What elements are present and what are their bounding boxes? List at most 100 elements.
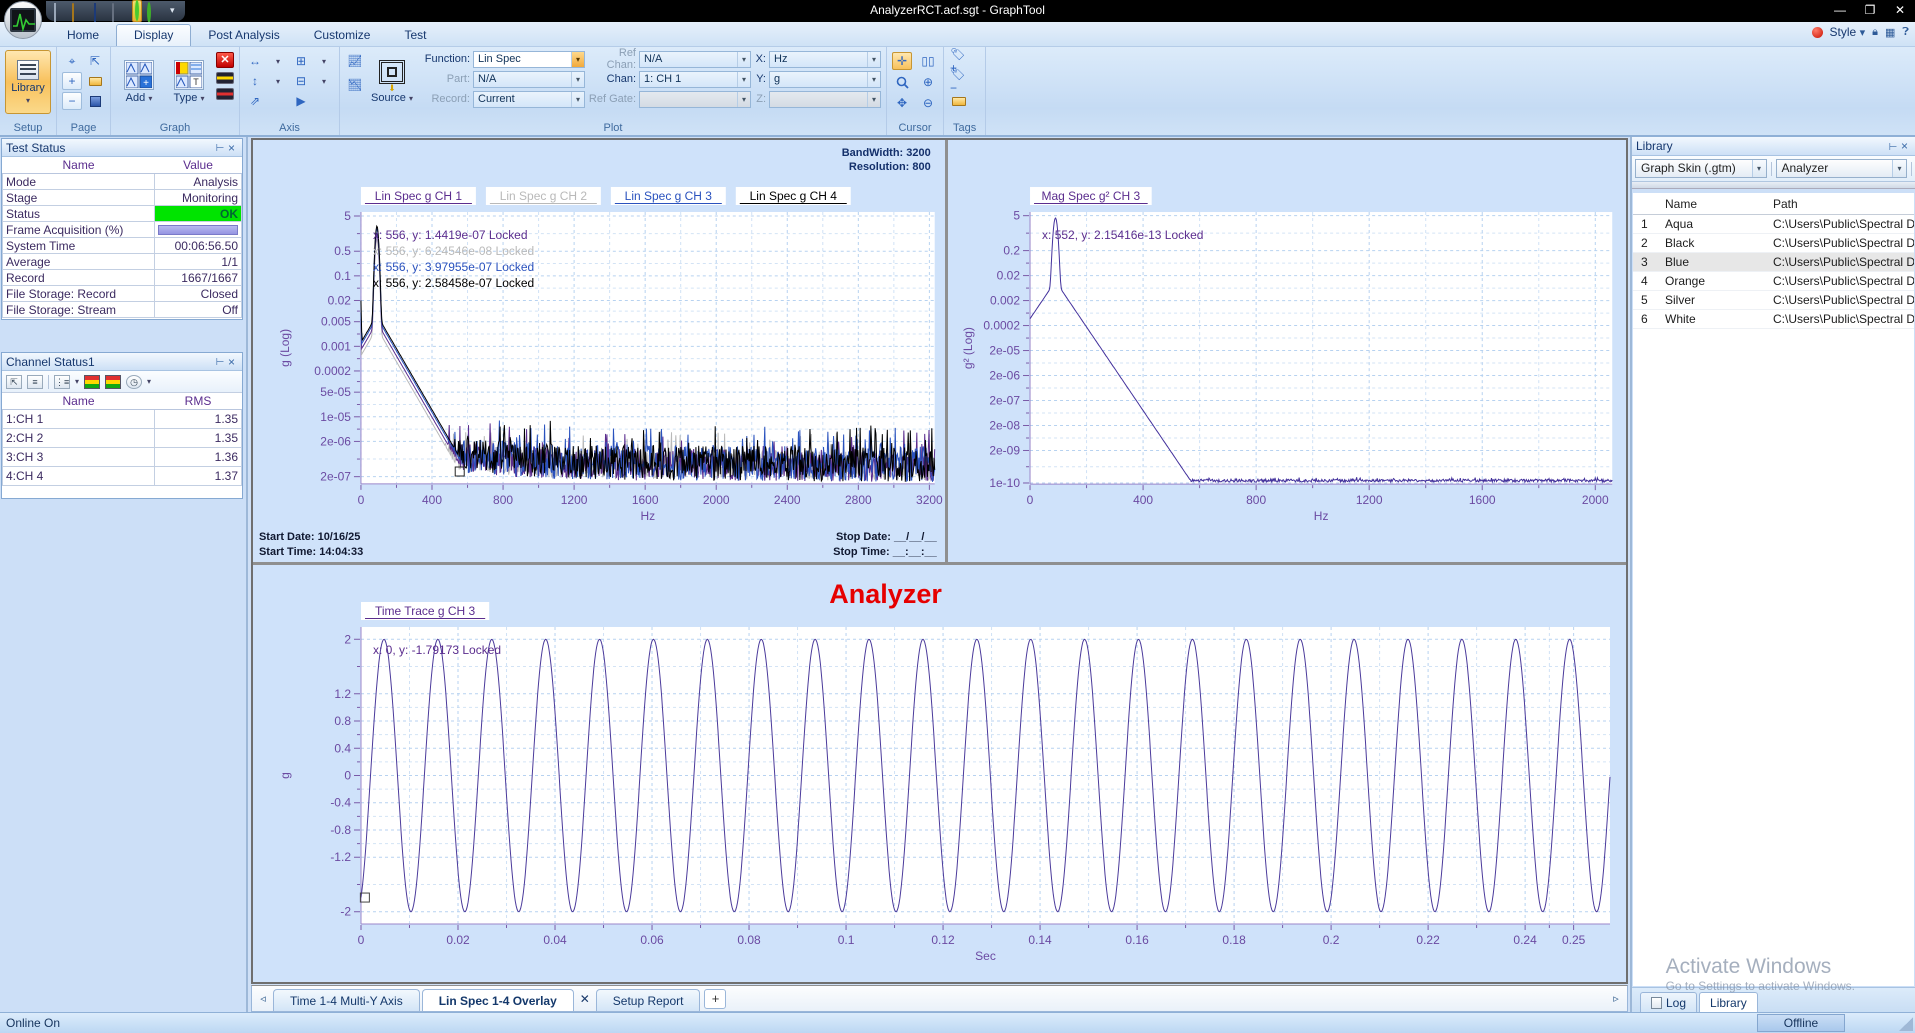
add-graph-button[interactable]: + Add ▾ — [116, 50, 162, 114]
page-move-icon[interactable]: ⌖ — [62, 52, 82, 70]
close-button[interactable]: ✕ — [1885, 0, 1915, 20]
cursor-add-icon[interactable]: ⊕ — [918, 73, 938, 91]
minimize-button[interactable]: — — [1825, 0, 1855, 20]
plot-add-icon[interactable]: 📈︎ — [345, 52, 365, 70]
plot-field-refgate-select[interactable]: ▾ — [639, 91, 751, 108]
time-trace-chart[interactable]: 21.20.80.40-0.4-0.8-1.2-200.020.040.060.… — [253, 565, 1626, 982]
source-button[interactable]: ⬇ Source ▾ — [369, 50, 415, 114]
style-button[interactable]: Style ▾ — [1830, 25, 1866, 39]
legend-mag-spec-g²-ch-3[interactable]: Mag Spec g² CH 3 — [1030, 187, 1152, 205]
library-scrollbar[interactable] — [1632, 182, 1915, 189]
library-button[interactable]: Library▾ — [5, 50, 51, 114]
list-view-icon[interactable]: ⋮≡ — [54, 375, 70, 389]
print-icon[interactable] — [112, 4, 128, 18]
page-open-icon[interactable] — [85, 72, 105, 90]
legend-lin-spec-g-ch-1[interactable]: Lin Spec g CH 1 — [361, 187, 476, 205]
new-file-icon[interactable] — [52, 4, 68, 18]
library-row-orange[interactable]: 4OrangeC:\Users\Public\Spectral D — [1633, 272, 1914, 291]
ribbon-tab-customize[interactable]: Customize — [297, 25, 388, 46]
x-axis-icon[interactable]: ↔ — [245, 52, 265, 70]
legend-lin-spec-g-ch-3[interactable]: Lin Spec g CH 3 — [611, 187, 726, 205]
y-axis-dd-icon[interactable]: ▾ — [268, 72, 288, 90]
plot-field-chan-select[interactable]: 1: CH 1▾ — [639, 71, 751, 88]
align-icon[interactable]: ≡ — [27, 375, 43, 389]
pin-icon[interactable]: ⊥ — [214, 356, 225, 368]
maximize-button[interactable]: ❐ — [1855, 0, 1885, 20]
ribbon-tab-post-analysis[interactable]: Post Analysis — [191, 25, 296, 46]
pin-icon[interactable]: ⊥ — [214, 142, 225, 154]
ribbon-tab-test[interactable]: Test — [387, 25, 443, 46]
legend-time-trace-g-ch-3[interactable]: Time Trace g CH 3 — [361, 602, 489, 620]
app-icon[interactable] — [4, 1, 42, 39]
plot-field-z-select[interactable]: ▾ — [769, 91, 881, 108]
select-channels-icon[interactable]: ⇱ — [6, 375, 22, 389]
delete-graph-icon[interactable]: ✕ — [216, 52, 234, 68]
cursor-move-icon[interactable]: ✥ — [892, 94, 912, 112]
limit-bars-icon[interactable] — [84, 375, 100, 389]
help-icon[interactable]: ❓︎ — [1902, 26, 1909, 39]
pin-icon[interactable]: ⊥ — [1887, 140, 1898, 152]
zoom-out-axis-icon[interactable]: ⊟ — [291, 72, 311, 90]
plot-field-y-select[interactable]: g▾ — [769, 71, 881, 88]
y-axis-icon[interactable]: ↕ — [245, 72, 265, 90]
plot-area[interactable] — [1030, 212, 1612, 484]
library-type-select[interactable]: Graph Skin (.gtm)▾ — [1635, 159, 1767, 178]
open-file-icon[interactable] — [72, 4, 88, 18]
resize-grip[interactable] — [1899, 1017, 1913, 1031]
library-row-silver[interactable]: 5SilverC:\Users\Public\Spectral D — [1633, 291, 1914, 310]
x-axis-dd-icon[interactable]: ▾ — [268, 52, 288, 70]
cursor-remove-icon[interactable]: ⊖ — [918, 94, 938, 112]
tab-scroll-right-icon[interactable]: ▹ — [1607, 989, 1625, 1009]
tag-remove-icon[interactable]: 🏷︎− — [949, 72, 969, 90]
library-skin-select[interactable]: Analyzer▾ — [1776, 159, 1908, 178]
page-select-icon[interactable]: ⇱ — [85, 52, 105, 70]
legend-lin-spec-g-ch-2[interactable]: Lin Spec g CH 2 — [486, 187, 601, 205]
library-row-black[interactable]: 2BlackC:\Users\Public\Spectral D — [1633, 234, 1914, 253]
customize-qat-icon[interactable]: ▾ — [166, 5, 175, 16]
legend-lin-spec-g-ch-4[interactable]: Lin Spec g CH 4 — [736, 187, 851, 205]
close-panel-icon[interactable]: × — [1898, 139, 1911, 153]
power-off-icon[interactable] — [146, 4, 162, 18]
cursor-crosshair-icon[interactable]: ✛ — [892, 52, 912, 70]
page-remove-icon[interactable]: − — [62, 92, 82, 110]
cursor-pair-icon[interactable]: ▯▯ — [918, 52, 938, 70]
add-page-tab-button[interactable]: + — [704, 989, 726, 1009]
library-row-aqua[interactable]: 1AquaC:\Users\Public\Spectral D — [1633, 215, 1914, 234]
page-tab-lin-spec-1-4-overlay[interactable]: Lin Spec 1-4 Overlay — [422, 989, 574, 1011]
cursor-zoom-icon[interactable] — [892, 73, 912, 91]
close-tab-icon[interactable]: ✕ — [575, 989, 595, 1011]
plot-field-part-select[interactable]: N/A▾ — [473, 71, 585, 88]
page-add-icon[interactable]: + — [62, 72, 82, 90]
graph-type-button[interactable]: T Type ▾ — [166, 50, 212, 114]
zoom-in-axis-icon[interactable]: ⊞ — [291, 52, 311, 70]
library-row-white[interactable]: 6WhiteC:\Users\Public\Spectral D — [1633, 310, 1914, 329]
skin-yellow-icon[interactable] — [216, 72, 234, 84]
page-save-icon[interactable] — [85, 92, 105, 110]
plot-field-x-select[interactable]: Hz▾ — [769, 51, 881, 68]
panel-tab-log[interactable]: Log — [1640, 992, 1697, 1012]
ribbon-tab-home[interactable]: Home — [50, 25, 116, 46]
save-icon[interactable] — [92, 4, 108, 18]
close-panel-icon[interactable]: × — [225, 141, 238, 155]
tag-open-icon[interactable] — [949, 92, 969, 110]
panel-tab-library[interactable]: Library — [1699, 992, 1758, 1012]
power-on-icon[interactable] — [132, 0, 142, 22]
skin-icon[interactable]: ▦ — [1885, 26, 1895, 39]
plot-field-function-select[interactable]: Lin Spec▾ — [473, 51, 585, 68]
plot-field-record-select[interactable]: Current▾ — [473, 91, 585, 108]
zoom-in-dd-icon[interactable]: ▾ — [314, 52, 334, 70]
plot-remove-icon[interactable]: 📉︎ — [345, 76, 365, 94]
mag-spec-chart[interactable]: 50.20.020.0020.00022e-052e-062e-072e-082… — [948, 140, 1626, 562]
library-row-blue[interactable]: 3BlueC:\Users\Public\Spectral D — [1633, 253, 1914, 272]
page-tab-setup-report[interactable]: Setup Report — [596, 989, 701, 1011]
lock-icon[interactable]: 🔒︎ — [1872, 26, 1878, 39]
ribbon-tab-display[interactable]: Display — [116, 24, 191, 46]
tab-scroll-left-icon[interactable]: ◃ — [254, 989, 272, 1009]
plot-field-refchan-select[interactable]: N/A▾ — [639, 51, 751, 68]
skin-red-icon[interactable] — [216, 88, 234, 100]
autoscale-icon[interactable]: ⇗ — [245, 92, 265, 110]
limit-bars2-icon[interactable] — [105, 375, 121, 389]
page-tab-time-1-4-multi-y-axis[interactable]: Time 1-4 Multi-Y Axis — [273, 989, 420, 1011]
zoom-out-dd-icon[interactable]: ▾ — [314, 72, 334, 90]
lin-spec-overlay-chart[interactable]: 50.50.10.020.0050.0010.00025e-051e-052e-… — [253, 140, 948, 562]
